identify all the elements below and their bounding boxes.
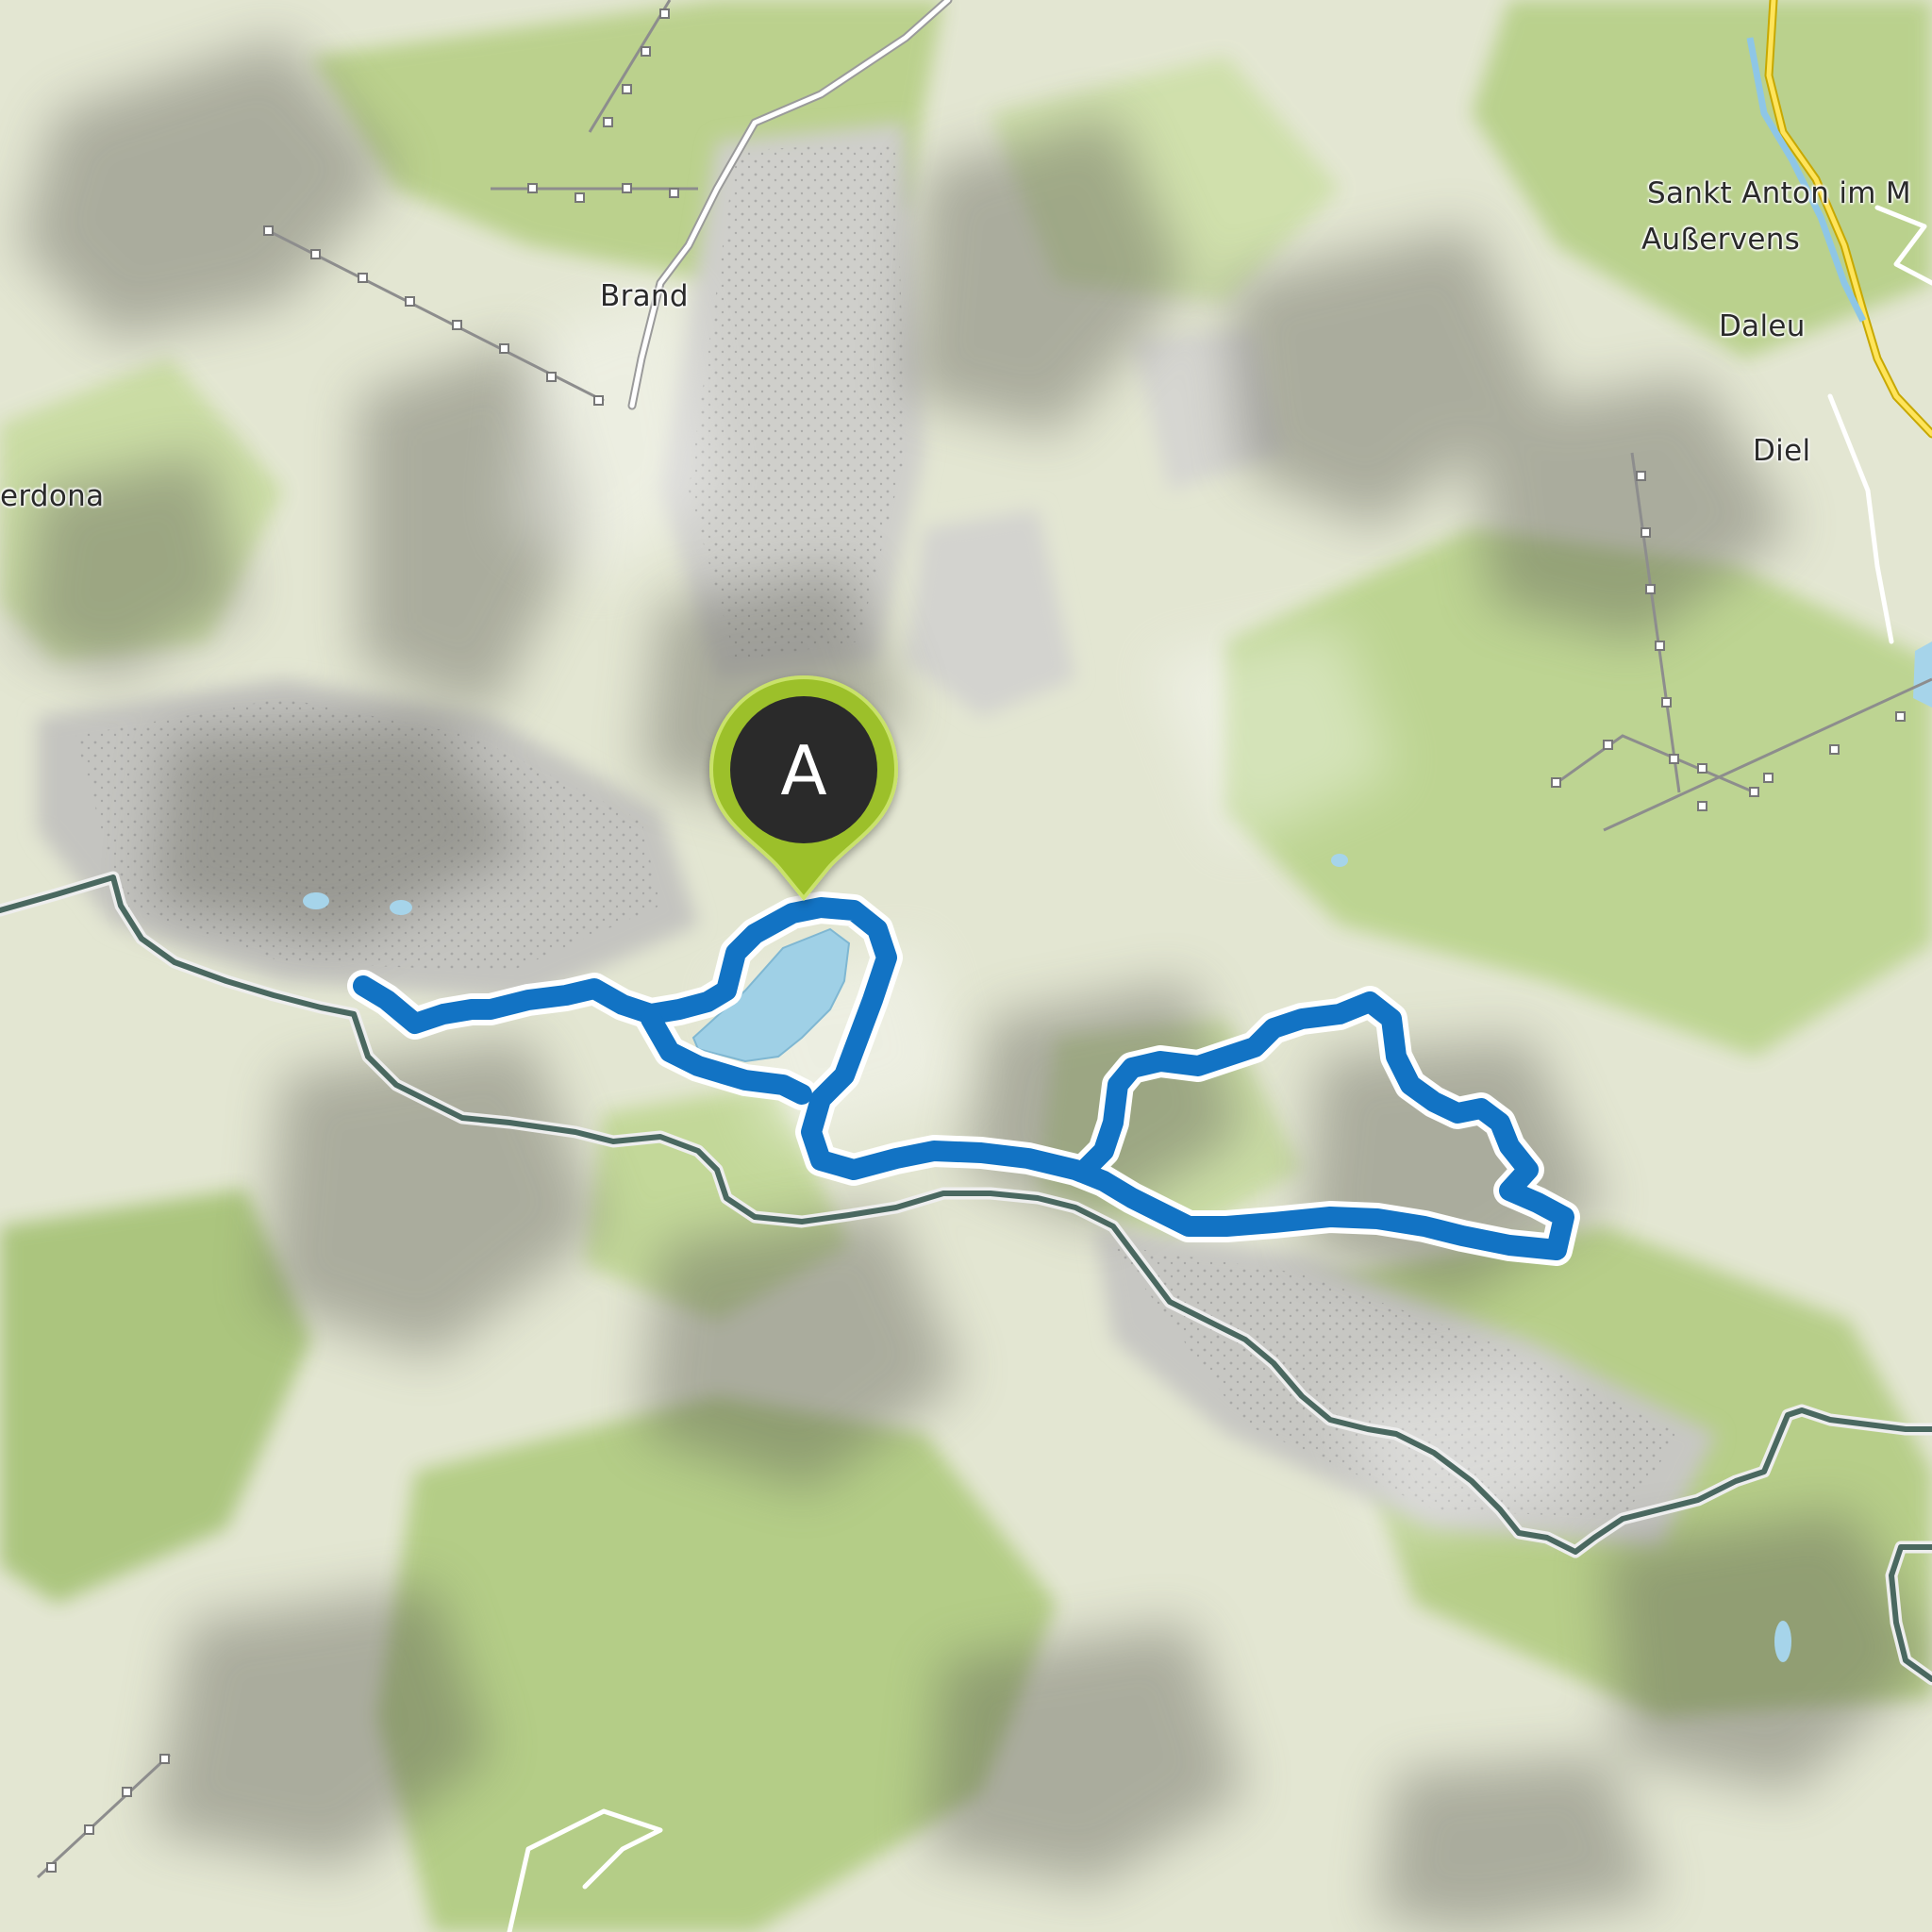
place-label-diel: Diel (1753, 434, 1811, 468)
map-view[interactable]: A Brand erdona Sankt Anton im M Außerven… (0, 0, 1932, 1932)
map-canvas: A (0, 0, 1932, 1932)
place-label-brand: Brand (600, 279, 689, 313)
start-marker-label: A (780, 731, 826, 810)
place-label-daleu: Daleu (1719, 309, 1806, 343)
place-label-sankt-anton: Sankt Anton im M (1647, 176, 1911, 210)
place-label-verdona: erdona (0, 479, 105, 513)
place-label-ausservens: Außervens (1641, 223, 1801, 257)
